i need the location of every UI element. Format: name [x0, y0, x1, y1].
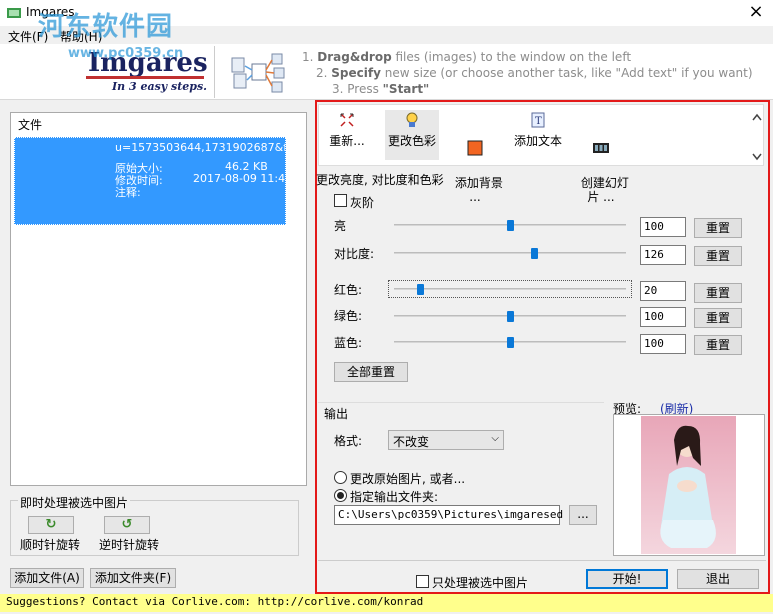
rotate-ccw-icon: ↺ — [121, 517, 133, 532]
preview-image — [641, 416, 736, 554]
format-value: 不改变 — [393, 435, 430, 449]
start-button[interactable]: 开始! — [586, 569, 668, 589]
grayscale-checkbox[interactable] — [334, 194, 347, 207]
contrast-reset-button[interactable]: 重置 — [694, 246, 742, 266]
rotate-cw-icon: ↻ — [45, 517, 57, 532]
brightness-reset-button[interactable]: 重置 — [694, 218, 742, 238]
blue-reset-button[interactable]: 重置 — [694, 335, 742, 355]
adjust-section-title: 更改亮度, 对比度和色彩 — [316, 173, 444, 187]
watermark: 河东软件园 — [38, 12, 174, 42]
file-modified-value: 2017-08-09 11:45 — [193, 172, 286, 185]
background-icon — [467, 140, 483, 156]
blue-label: 蓝色: — [334, 336, 363, 350]
task-resize[interactable]: 重新... — [316, 112, 378, 148]
task-add-background[interactable]: 添加背景 ... — [444, 112, 506, 204]
red-slider[interactable] — [394, 284, 626, 295]
rotate-ccw-label: 逆时针旋转 — [99, 538, 160, 552]
radio-dot — [337, 492, 344, 499]
chevron-down-icon: ⌵ — [491, 433, 499, 444]
brightness-thumb[interactable] — [507, 220, 514, 231]
browse-button[interactable]: ... — [569, 505, 597, 525]
task-create-slideshow[interactable]: 创建幻灯 片 ... — [570, 112, 632, 204]
brightness-slider[interactable] — [394, 220, 626, 231]
step-3: 3. Press "Start" — [332, 82, 430, 96]
green-thumb[interactable] — [507, 311, 514, 322]
file-list-header: 文件 — [18, 118, 43, 132]
green-label: 绿色: — [334, 309, 363, 323]
only-selected-label: 只处理被选中图片 — [432, 576, 529, 590]
contrast-slider[interactable] — [394, 248, 626, 259]
output-folder-radio[interactable] — [334, 489, 347, 502]
files-flow-icon — [231, 53, 285, 93]
brightness-value[interactable]: 100 — [640, 217, 686, 237]
reset-all-button[interactable]: 全部重置 — [334, 362, 408, 382]
watermark-url: www.pc0359.cn — [68, 46, 184, 61]
green-slider[interactable] — [394, 311, 626, 322]
step-1: 1. Drag&drop files (images) to the windo… — [302, 50, 632, 64]
output-folder-input[interactable]: C:\Users\pc0359\Pictures\imgaresed — [334, 505, 563, 525]
grayscale-label: 灰阶 — [350, 196, 375, 210]
bottom-divider — [318, 560, 766, 561]
overwrite-label: 更改原始图片, 或者... — [350, 472, 466, 486]
svg-text:T: T — [535, 116, 542, 127]
red-reset-button[interactable]: 重置 — [694, 283, 742, 303]
green-value[interactable]: 100 — [640, 307, 686, 327]
rotate-cw-button[interactable]: ↻ — [28, 516, 74, 534]
quick-process-label: 即时处理被选中图片 — [18, 494, 131, 511]
blue-thumb[interactable] — [507, 337, 514, 348]
step-2: 2. Specify new size (or choose another t… — [316, 66, 753, 80]
banner-divider — [214, 46, 215, 98]
contrast-label: 对比度: — [334, 247, 375, 261]
text-icon: T — [531, 112, 545, 128]
overwrite-radio[interactable] — [334, 471, 347, 484]
green-reset-button[interactable]: 重置 — [694, 308, 742, 328]
output-section-title: 输出 — [324, 407, 349, 421]
red-thumb[interactable] — [417, 284, 424, 295]
contrast-thumb[interactable] — [531, 248, 538, 259]
blue-value[interactable]: 100 — [640, 334, 686, 354]
file-list-item[interactable]: u=1573503644,1731902687&fm=21 原始大小: 46.2… — [14, 137, 286, 225]
color-icon — [406, 112, 418, 127]
format-select[interactable]: 不改变 ⌵ — [388, 430, 504, 450]
logo-underline — [86, 76, 204, 79]
add-folder-button[interactable]: 添加文件夹(F) — [90, 568, 176, 588]
resize-icon — [340, 113, 354, 127]
rotate-ccw-button[interactable]: ↺ — [104, 516, 150, 534]
blue-slider[interactable] — [394, 337, 626, 348]
brightness-label: 亮 — [334, 219, 347, 233]
only-selected-checkbox[interactable] — [416, 575, 429, 588]
add-files-button[interactable]: 添加文件(A) — [10, 568, 84, 588]
output-folder-label: 指定输出文件夹: — [350, 490, 439, 504]
format-label: 格式: — [334, 434, 363, 448]
file-note-label: 注释: — [115, 186, 141, 199]
close-button[interactable]: × — [742, 2, 770, 24]
task-scrollbar[interactable] — [750, 110, 764, 164]
file-name: u=1573503644,1731902687&fm=21 — [115, 141, 286, 154]
logo-tagline: In 3 easy steps. — [112, 80, 207, 93]
app-icon — [7, 8, 21, 18]
contrast-value[interactable]: 126 — [640, 245, 686, 265]
status-bar: Suggestions? Contact via Corlive.com: ht… — [0, 594, 773, 612]
task-add-text[interactable]: T 添加文本 — [507, 112, 569, 148]
exit-button[interactable]: 退出 — [677, 569, 759, 589]
task-change-color[interactable]: 更改色彩 — [381, 112, 443, 148]
red-label: 红色: — [334, 283, 363, 297]
slideshow-icon — [593, 143, 609, 153]
red-value[interactable]: 20 — [640, 281, 686, 301]
rotate-cw-label: 顺时针旋转 — [20, 538, 81, 552]
